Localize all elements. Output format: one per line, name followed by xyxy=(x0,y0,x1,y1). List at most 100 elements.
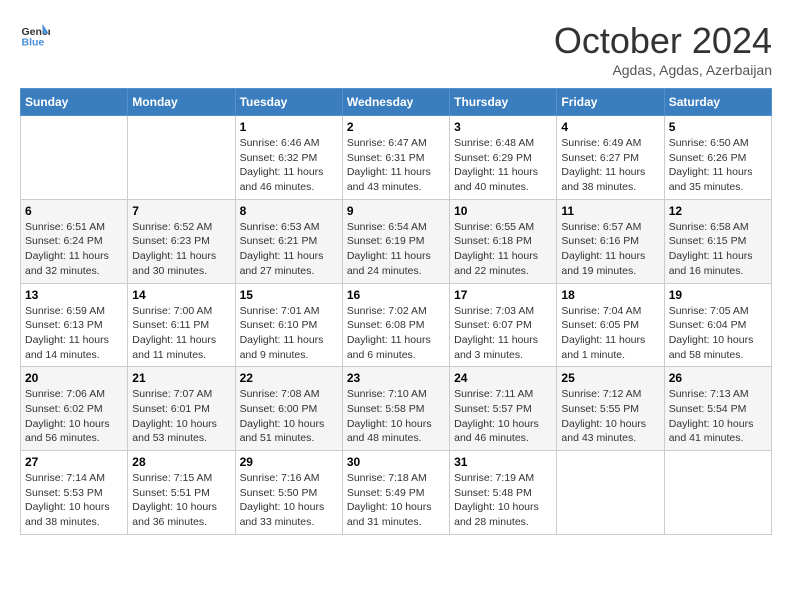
calendar-cell: 25 Sunrise: 7:12 AMSunset: 5:55 PMDayligh… xyxy=(557,367,664,451)
calendar-cell: 19 Sunrise: 7:05 AMSunset: 6:04 PMDayligh… xyxy=(664,283,771,367)
day-number: 16 xyxy=(347,288,445,302)
calendar-cell: 14Sunrise: 7:00 AMSunset: 6:11 PMDayligh… xyxy=(128,283,235,367)
day-info: Sunrise: 6:54 AMSunset: 6:19 PMDaylight:… xyxy=(347,220,445,279)
location: Agdas, Agdas, Azerbaijan xyxy=(554,62,772,78)
weekday-header-friday: Friday xyxy=(557,89,664,116)
day-number: 20 xyxy=(25,371,123,385)
calendar-cell: 7 Sunrise: 6:52 AMSunset: 6:23 PMDaylight… xyxy=(128,199,235,283)
day-info: Sunrise: 7:08 AMSunset: 6:00 PMDaylight:… xyxy=(240,387,338,446)
day-info: Sunrise: 7:01 AMSunset: 6:10 PMDaylight:… xyxy=(240,304,338,363)
day-number: 1 xyxy=(240,120,338,134)
day-info: Sunrise: 7:04 AMSunset: 6:05 PMDaylight:… xyxy=(561,304,659,363)
day-info: Sunrise: 6:58 AMSunset: 6:15 PMDaylight:… xyxy=(669,220,767,279)
day-info: Sunrise: 7:06 AMSunset: 6:02 PMDaylight:… xyxy=(25,387,123,446)
day-info: Sunrise: 7:12 AMSunset: 5:55 PMDaylight:… xyxy=(561,387,659,446)
title-area: October 2024 Agdas, Agdas, Azerbaijan xyxy=(554,20,772,78)
calendar-cell: 28 Sunrise: 7:15 AMSunset: 5:51 PMDayligh… xyxy=(128,451,235,535)
calendar-cell xyxy=(128,116,235,200)
calendar-cell: 13 Sunrise: 6:59 AMSunset: 6:13 PMDayligh… xyxy=(21,283,128,367)
day-number: 21 xyxy=(132,371,230,385)
day-info: Sunrise: 7:05 AMSunset: 6:04 PMDaylight:… xyxy=(669,304,767,363)
day-info: Sunrise: 6:59 AMSunset: 6:13 PMDaylight:… xyxy=(25,304,123,363)
day-info: Sunrise: 6:46 AMSunset: 6:32 PMDaylight:… xyxy=(240,136,338,195)
calendar-cell: 16 Sunrise: 7:02 AMSunset: 6:08 PMDayligh… xyxy=(342,283,449,367)
day-number: 17 xyxy=(454,288,552,302)
day-info: Sunrise: 6:55 AMSunset: 6:18 PMDaylight:… xyxy=(454,220,552,279)
calendar-cell: 27 Sunrise: 7:14 AMSunset: 5:53 PMDayligh… xyxy=(21,451,128,535)
day-number: 13 xyxy=(25,288,123,302)
calendar-cell: 6Sunrise: 6:51 AMSunset: 6:24 PMDaylight… xyxy=(21,199,128,283)
day-number: 24 xyxy=(454,371,552,385)
calendar-cell: 24 Sunrise: 7:11 AMSunset: 5:57 PMDayligh… xyxy=(450,367,557,451)
day-info: Sunrise: 6:52 AMSunset: 6:23 PMDaylight:… xyxy=(132,220,230,279)
day-info: Sunrise: 7:07 AMSunset: 6:01 PMDaylight:… xyxy=(132,387,230,446)
calendar-cell: 10 Sunrise: 6:55 AMSunset: 6:18 PMDayligh… xyxy=(450,199,557,283)
day-info: Sunrise: 7:14 AMSunset: 5:53 PMDaylight:… xyxy=(25,471,123,530)
day-number: 6 xyxy=(25,204,123,218)
calendar-cell: 23 Sunrise: 7:10 AMSunset: 5:58 PMDayligh… xyxy=(342,367,449,451)
calendar-cell: 1 Sunrise: 6:46 AMSunset: 6:32 PMDaylight… xyxy=(235,116,342,200)
day-info: Sunrise: 7:15 AMSunset: 5:51 PMDaylight:… xyxy=(132,471,230,530)
day-info: Sunrise: 7:02 AMSunset: 6:08 PMDaylight:… xyxy=(347,304,445,363)
day-number: 10 xyxy=(454,204,552,218)
day-info: Sunrise: 7:11 AMSunset: 5:57 PMDaylight:… xyxy=(454,387,552,446)
calendar-cell: 8Sunrise: 6:53 AMSunset: 6:21 PMDaylight… xyxy=(235,199,342,283)
calendar-cell: 20 Sunrise: 7:06 AMSunset: 6:02 PMDayligh… xyxy=(21,367,128,451)
day-info: Sunrise: 7:00 AMSunset: 6:11 PMDaylight:… xyxy=(132,304,230,363)
calendar-cell: 26 Sunrise: 7:13 AMSunset: 5:54 PMDayligh… xyxy=(664,367,771,451)
calendar-cell xyxy=(21,116,128,200)
calendar-cell: 21 Sunrise: 7:07 AMSunset: 6:01 PMDayligh… xyxy=(128,367,235,451)
logo: General Blue xyxy=(20,20,50,50)
calendar-cell: 30 Sunrise: 7:18 AMSunset: 5:49 PMDayligh… xyxy=(342,451,449,535)
calendar-cell xyxy=(664,451,771,535)
day-number: 19 xyxy=(669,288,767,302)
day-info: Sunrise: 7:13 AMSunset: 5:54 PMDaylight:… xyxy=(669,387,767,446)
day-number: 26 xyxy=(669,371,767,385)
svg-text:Blue: Blue xyxy=(22,37,45,49)
day-info: Sunrise: 6:47 AMSunset: 6:31 PMDaylight:… xyxy=(347,136,445,195)
weekday-header-sunday: Sunday xyxy=(21,89,128,116)
day-number: 3 xyxy=(454,120,552,134)
day-info: Sunrise: 7:19 AMSunset: 5:48 PMDaylight:… xyxy=(454,471,552,530)
day-number: 28 xyxy=(132,455,230,469)
day-info: Sunrise: 6:50 AMSunset: 6:26 PMDaylight:… xyxy=(669,136,767,195)
day-info: Sunrise: 6:48 AMSunset: 6:29 PMDaylight:… xyxy=(454,136,552,195)
day-info: Sunrise: 7:03 AMSunset: 6:07 PMDaylight:… xyxy=(454,304,552,363)
weekday-header-monday: Monday xyxy=(128,89,235,116)
day-number: 31 xyxy=(454,455,552,469)
weekday-header-wednesday: Wednesday xyxy=(342,89,449,116)
day-info: Sunrise: 7:18 AMSunset: 5:49 PMDaylight:… xyxy=(347,471,445,530)
calendar-cell: 9Sunrise: 6:54 AMSunset: 6:19 PMDaylight… xyxy=(342,199,449,283)
calendar-header: SundayMondayTuesdayWednesdayThursdayFrid… xyxy=(21,89,772,116)
day-number: 12 xyxy=(669,204,767,218)
day-number: 11 xyxy=(561,204,659,218)
calendar-cell: 29Sunrise: 7:16 AMSunset: 5:50 PMDayligh… xyxy=(235,451,342,535)
logo-icon: General Blue xyxy=(20,20,50,50)
day-info: Sunrise: 7:10 AMSunset: 5:58 PMDaylight:… xyxy=(347,387,445,446)
calendar-cell: 22 Sunrise: 7:08 AMSunset: 6:00 PMDayligh… xyxy=(235,367,342,451)
calendar-cell xyxy=(557,451,664,535)
day-number: 22 xyxy=(240,371,338,385)
calendar-cell: 3 Sunrise: 6:48 AMSunset: 6:29 PMDaylight… xyxy=(450,116,557,200)
day-number: 30 xyxy=(347,455,445,469)
calendar-cell: 5Sunrise: 6:50 AMSunset: 6:26 PMDaylight… xyxy=(664,116,771,200)
calendar-cell: 31 Sunrise: 7:19 AMSunset: 5:48 PMDayligh… xyxy=(450,451,557,535)
calendar-cell: 2Sunrise: 6:47 AMSunset: 6:31 PMDaylight… xyxy=(342,116,449,200)
weekday-header-thursday: Thursday xyxy=(450,89,557,116)
day-info: Sunrise: 6:53 AMSunset: 6:21 PMDaylight:… xyxy=(240,220,338,279)
weekday-header-saturday: Saturday xyxy=(664,89,771,116)
day-number: 18 xyxy=(561,288,659,302)
calendar-cell: 11 Sunrise: 6:57 AMSunset: 6:16 PMDayligh… xyxy=(557,199,664,283)
calendar-cell: 12 Sunrise: 6:58 AMSunset: 6:15 PMDayligh… xyxy=(664,199,771,283)
page-header: General Blue October 2024 Agdas, Agdas, … xyxy=(20,20,772,78)
day-number: 25 xyxy=(561,371,659,385)
day-info: Sunrise: 7:16 AMSunset: 5:50 PMDaylight:… xyxy=(240,471,338,530)
day-number: 7 xyxy=(132,204,230,218)
day-info: Sunrise: 6:57 AMSunset: 6:16 PMDaylight:… xyxy=(561,220,659,279)
calendar-cell: 18 Sunrise: 7:04 AMSunset: 6:05 PMDayligh… xyxy=(557,283,664,367)
calendar-cell: 4Sunrise: 6:49 AMSunset: 6:27 PMDaylight… xyxy=(557,116,664,200)
calendar-cell: 15Sunrise: 7:01 AMSunset: 6:10 PMDayligh… xyxy=(235,283,342,367)
day-number: 23 xyxy=(347,371,445,385)
day-number: 27 xyxy=(25,455,123,469)
calendar-cell: 17 Sunrise: 7:03 AMSunset: 6:07 PMDayligh… xyxy=(450,283,557,367)
